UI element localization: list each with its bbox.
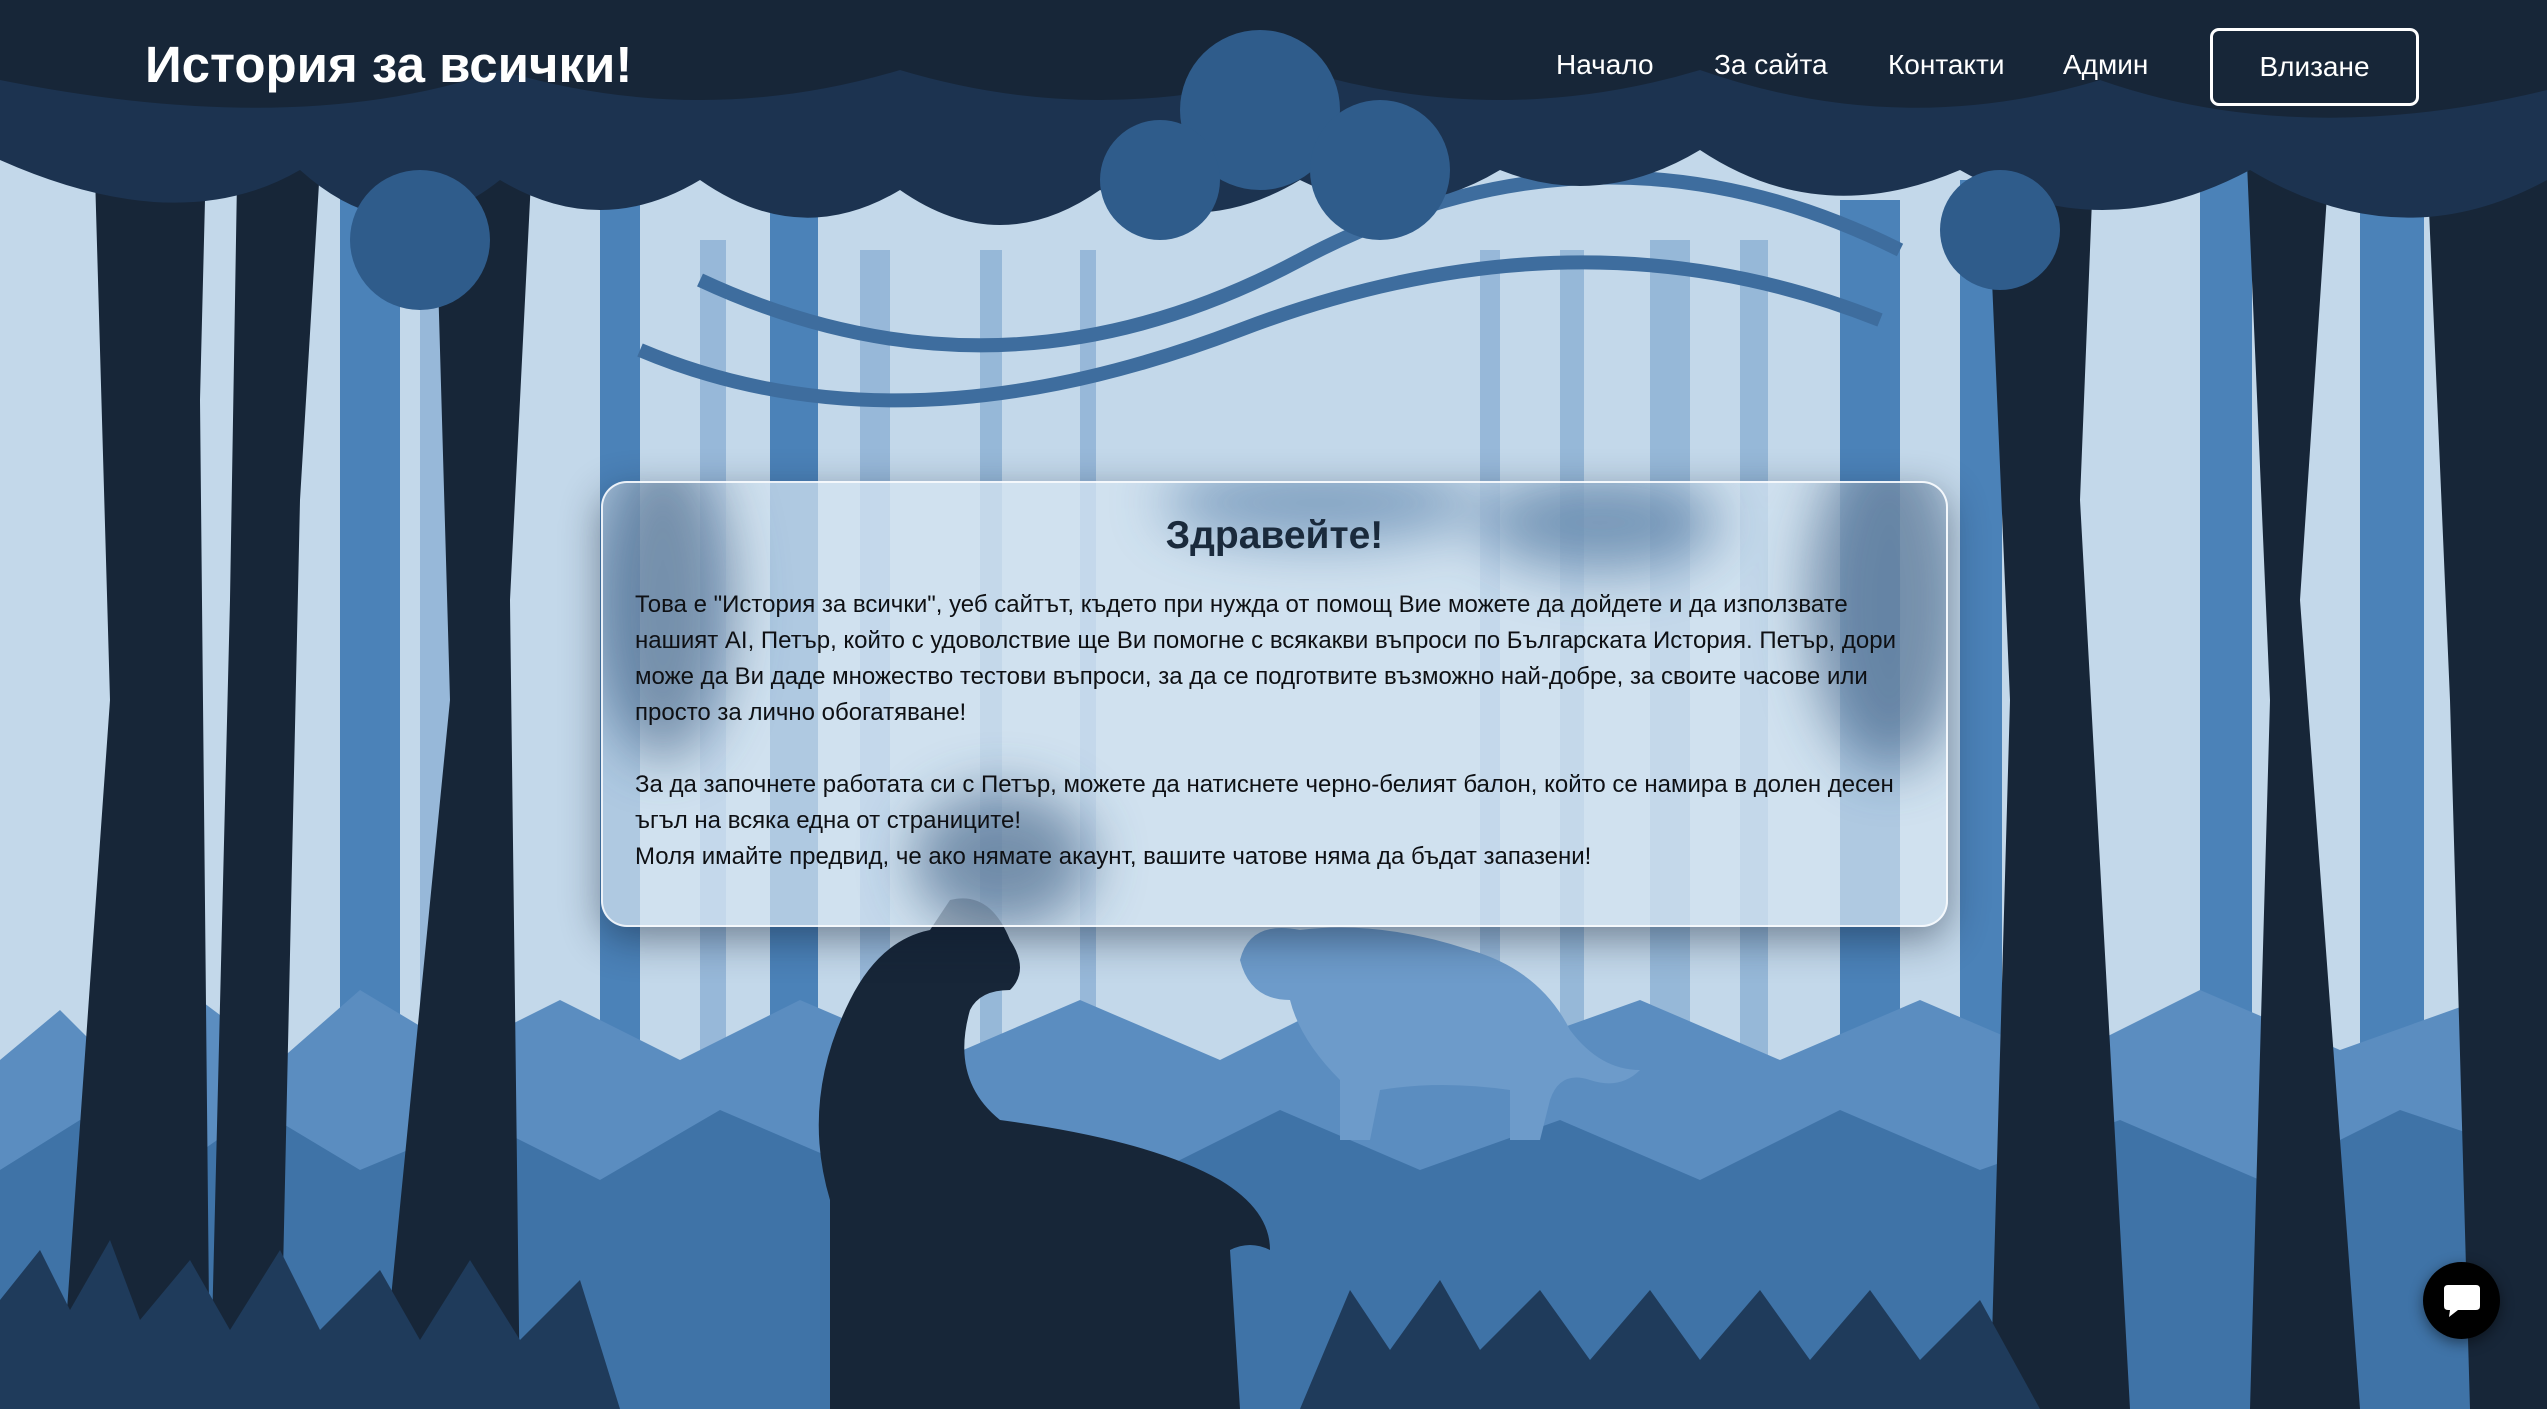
login-button[interactable]: Влизане (2210, 28, 2419, 106)
nav-link-home[interactable]: Начало (1556, 28, 1654, 102)
welcome-title: Здравейте! (1165, 514, 1384, 557)
page: История за всички! Начало За сайта Конта… (0, 0, 2547, 1409)
nav-link-about[interactable]: За сайта (1714, 28, 1828, 102)
welcome-text: Това е "История за всички", уеб сайтът, … (635, 587, 1919, 875)
nav-link-admin[interactable]: Админ (2063, 28, 2148, 102)
welcome-paragraph-1: Това е "История за всички", уеб сайтът, … (635, 591, 1896, 726)
welcome-paragraph-3: Моля имайте предвид, че ако нямате акаун… (635, 843, 1592, 870)
welcome-paragraph-2: За да започнете работата си с Петър, мож… (635, 771, 1894, 834)
site-title[interactable]: История за всички! (145, 30, 632, 100)
welcome-card: Здравейте! Това е "История за всички", у… (601, 481, 1948, 927)
chat-bubble-icon (2444, 1285, 2480, 1317)
nav-link-contacts[interactable]: Контакти (1888, 28, 2004, 102)
chat-button[interactable] (2423, 1262, 2500, 1339)
